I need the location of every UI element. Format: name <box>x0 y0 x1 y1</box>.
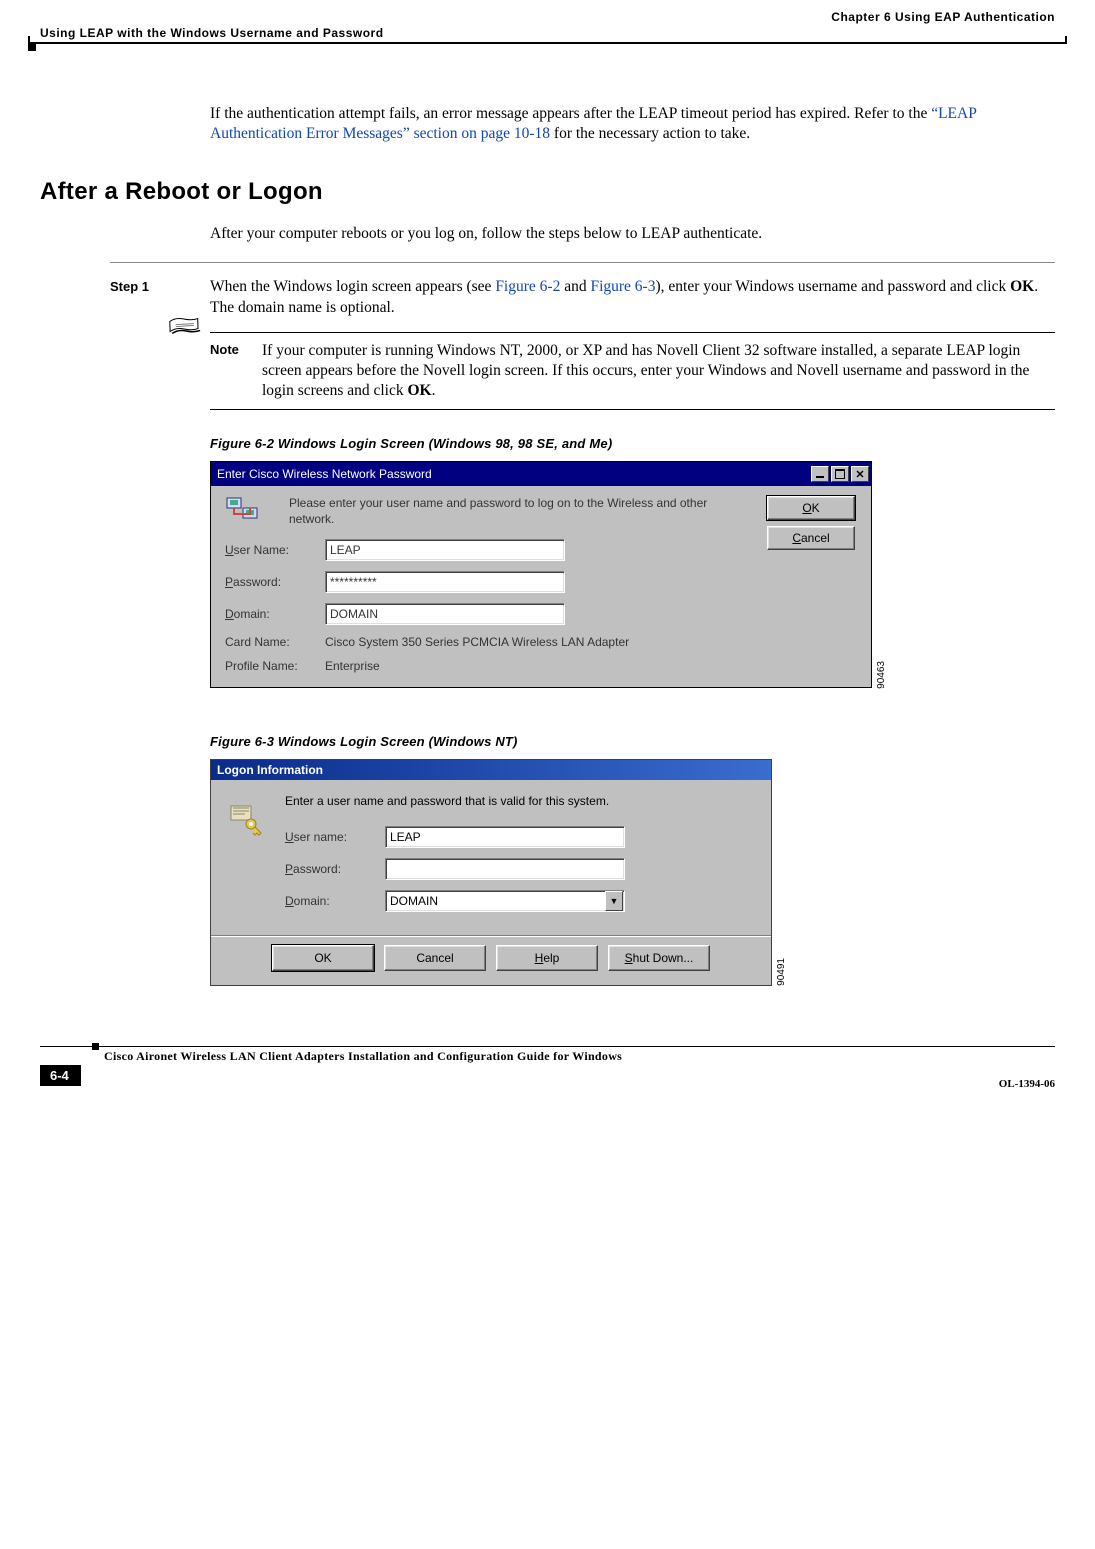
step1-t1: When the Windows login screen appears (s… <box>210 278 495 295</box>
note-text: If your computer is running Windows NT, … <box>262 341 1055 401</box>
note-t2: . <box>432 382 436 399</box>
nt-domain-combobox[interactable]: DOMAIN ▼ <box>385 890 625 912</box>
cardname-value: Cisco System 350 Series PCMCIA Wireless … <box>325 635 857 649</box>
fig63-dialog: Logon Information <box>210 759 772 986</box>
nt-user-val: LEAP <box>390 830 421 844</box>
profilename-value: Enterprise <box>325 659 857 673</box>
cancel-u: C <box>792 531 801 545</box>
close-button[interactable]: ✕ <box>851 466 869 482</box>
note-icon <box>168 316 203 339</box>
nt-domain-val: DOMAIN <box>390 894 438 908</box>
fig63-caption: Figure 6-3 Windows Login Screen (Windows… <box>210 734 1055 749</box>
header-chapter: Chapter 6 Using EAP Authentication <box>831 10 1055 24</box>
domain-dropdown-button[interactable]: ▼ <box>605 891 623 911</box>
ok-u: O <box>802 501 811 515</box>
cancel-button[interactable]: Cancel <box>767 526 855 550</box>
profilename-label: Profile Name: <box>225 659 325 673</box>
nt-ok-button[interactable]: OK <box>272 945 374 971</box>
fig63-link[interactable]: Figure 6-3 <box>590 278 655 295</box>
network-icon <box>225 496 261 526</box>
intro-text2: for the necessary action to take. <box>550 125 750 142</box>
after-paragraph: After your computer reboots or you log o… <box>210 224 1055 244</box>
step1-t3: ), enter your Windows username and passw… <box>655 278 1010 295</box>
intro-paragraph: If the authentication attempt fails, an … <box>210 104 1055 144</box>
fig63-title: Logon Information <box>211 760 771 780</box>
step1-text: When the Windows login screen appears (s… <box>210 277 1055 317</box>
step1-label: Step 1 <box>110 277 210 317</box>
fig62-link[interactable]: Figure 6-2 <box>495 278 560 295</box>
page-number: 6-4 <box>40 1065 81 1086</box>
note-ok: OK <box>407 382 431 399</box>
footer-docid: OL-1394-06 <box>999 1064 1055 1090</box>
cardname-label: Card Name: <box>225 635 325 649</box>
username-input[interactable]: LEAP <box>325 539 565 561</box>
nt-domain-label: Domain: <box>285 894 385 908</box>
maximize-button[interactable] <box>831 466 849 482</box>
ok-r: K <box>812 501 820 515</box>
nt-help-button[interactable]: Help <box>496 945 598 971</box>
fig62-image-id: 90463 <box>876 659 887 689</box>
nt-username-input[interactable]: LEAP <box>385 826 625 848</box>
cancel-r: ancel <box>801 531 830 545</box>
step1-ok: OK <box>1010 278 1034 295</box>
step1-t2: and <box>560 278 590 295</box>
section-heading: After a Reboot or Logon <box>40 178 1055 206</box>
fig62-title: Enter Cisco Wireless Network Password <box>217 467 432 481</box>
minimize-button[interactable] <box>811 466 829 482</box>
password-label: Password: <box>225 575 325 589</box>
header-section: Using LEAP with the Windows Username and… <box>40 26 384 40</box>
nt-password-label: Password: <box>285 862 385 876</box>
note-t1: If your computer is running Windows NT, … <box>262 342 1029 399</box>
fig63-image-id: 90491 <box>776 956 787 986</box>
username-label: User Name: <box>225 543 325 557</box>
password-input[interactable]: ********** <box>325 571 565 593</box>
domain-input[interactable]: DOMAIN <box>325 603 565 625</box>
nt-password-input[interactable] <box>385 858 625 880</box>
fig62-caption: Figure 6-2 Windows Login Screen (Windows… <box>210 436 1055 451</box>
nt-username-label: User name: <box>285 830 385 844</box>
nt-cancel-button[interactable]: Cancel <box>384 945 486 971</box>
key-icon <box>225 802 285 841</box>
fig63-message: Enter a user name and password that is v… <box>285 794 757 810</box>
intro-text1: If the authentication attempt fails, an … <box>210 105 931 122</box>
nt-shutdown-button[interactable]: Shut Down... <box>608 945 710 971</box>
domain-label: Domain: <box>225 607 325 621</box>
note-label: Note <box>210 341 262 401</box>
footer-title: Cisco Aironet Wireless LAN Client Adapte… <box>40 1047 1055 1064</box>
fig62-dialog: Enter Cisco Wireless Network Password ✕ <box>210 461 872 688</box>
ok-button[interactable]: OK <box>767 496 855 520</box>
